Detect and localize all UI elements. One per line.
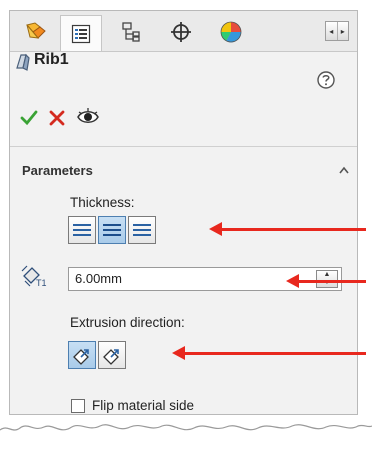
collapse-chevron-icon[interactable] (338, 165, 350, 175)
thickness-second-side-icon (133, 224, 151, 236)
thickness-value-input[interactable]: 6.00mm (68, 267, 342, 291)
extrusion-normal-button[interactable] (98, 341, 126, 369)
rib-thickness-icon: T1 (21, 265, 47, 288)
torn-edge (0, 424, 372, 450)
propertymanager-tab[interactable] (60, 15, 102, 51)
thickness-label: Thickness: (70, 195, 135, 210)
cancel-x-icon[interactable] (48, 109, 66, 127)
feature-tree-icon (26, 21, 46, 39)
help-icon[interactable] (316, 70, 336, 90)
spin-up-icon[interactable]: ▲ (317, 271, 337, 279)
feature-title: Rib1 (34, 51, 69, 68)
thickness-button-group (68, 216, 156, 244)
tab-scroll-buttons[interactable]: ◂ ▸ (325, 21, 349, 41)
callout-arrow (172, 346, 366, 360)
screenshot-page: ◂ ▸ Rib1 Parameters Thickness: T1 6.00mm… (0, 0, 372, 450)
scroll-right-icon[interactable]: ▸ (336, 22, 349, 40)
dimxpert-icon (171, 21, 191, 42)
extrusion-parallel-button[interactable] (68, 341, 96, 369)
ok-check-icon[interactable] (20, 109, 38, 127)
dimxpert-tab[interactable] (160, 15, 202, 48)
thickness-spinner[interactable]: ▲ ▼ (316, 270, 338, 288)
extrusion-direction-label: Extrusion direction: (70, 315, 185, 330)
featuremanager-tab[interactable] (16, 15, 58, 48)
thickness-first-side-icon (73, 224, 91, 236)
configuration-icon (122, 21, 140, 42)
thickness-both-sides-button[interactable] (98, 216, 126, 244)
thickness-second-side-button[interactable] (128, 216, 156, 244)
configurationmanager-tab[interactable] (110, 15, 152, 48)
callout-arrow (209, 222, 366, 236)
svg-text:T1: T1 (36, 278, 47, 288)
manager-tab-bar: ◂ ▸ (10, 11, 357, 52)
thickness-first-side-button[interactable] (68, 216, 96, 244)
callout-arrow (286, 274, 366, 288)
display-manager-tab[interactable] (210, 15, 252, 48)
parallel-to-sketch-icon (73, 349, 89, 365)
scroll-left-icon[interactable]: ◂ (326, 22, 337, 40)
property-manager-icon (71, 24, 91, 43)
display-manager-icon (220, 21, 242, 42)
preview-eye-icon[interactable] (76, 107, 100, 127)
rib-feature-icon (16, 53, 30, 71)
normal-to-sketch-icon (103, 349, 119, 365)
section-divider (10, 146, 357, 147)
extrusion-button-group (68, 341, 126, 369)
thickness-both-sides-icon (103, 224, 121, 236)
parameters-section-label[interactable]: Parameters (22, 163, 93, 178)
